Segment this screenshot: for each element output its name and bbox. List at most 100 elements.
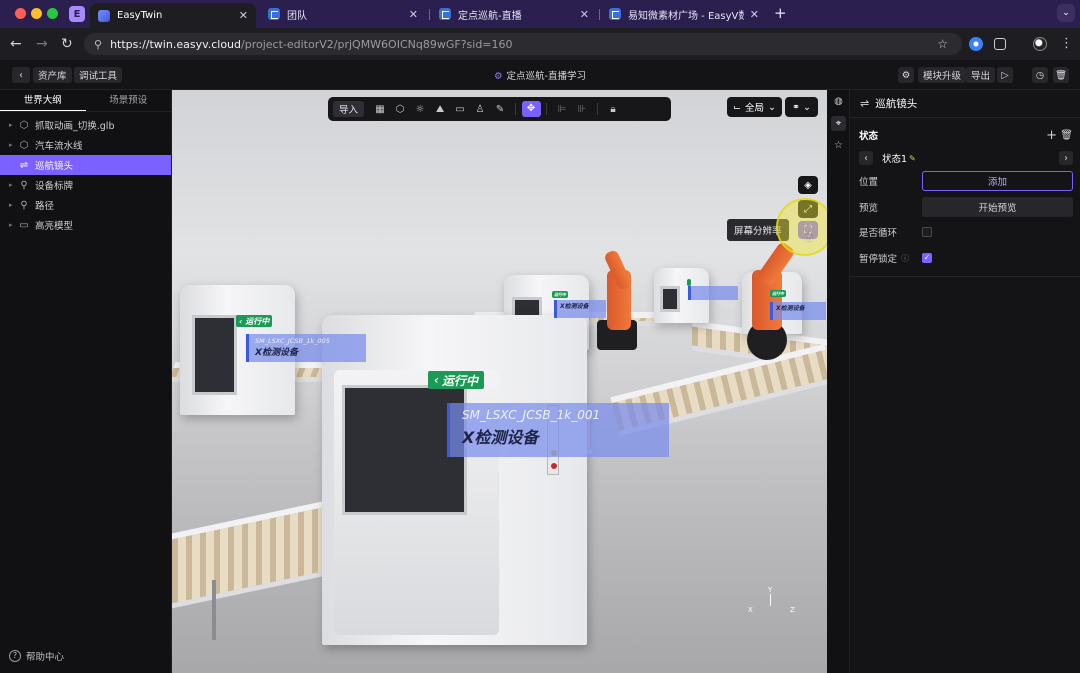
- tab-scene-presets[interactable]: 场景预设: [86, 90, 172, 111]
- device-tag-card-main[interactable]: SM_LSXC_JCSB_1k_001 X检测设备: [447, 403, 669, 457]
- running-status-badge[interactable]: 运行中: [552, 291, 568, 298]
- running-status-badge[interactable]: ‹ 运行中: [428, 371, 484, 389]
- edit-pencil-icon[interactable]: ✎: [909, 154, 916, 163]
- window-minimize-button[interactable]: [31, 8, 42, 19]
- gear-icon: ⚙: [901, 69, 911, 81]
- properties-panel: ⇌ 巡航镜头 状态 + 🗑 ‹ 状态1 ✎ › 位置 添加 预览 开始预览 是否…: [850, 90, 1080, 673]
- panel-title: 巡航镜头: [875, 98, 918, 110]
- tab-close-icon[interactable]: ✕: [750, 8, 759, 21]
- url-input[interactable]: ⚲ https://twin.easyv.cloud/project-edito…: [84, 33, 962, 55]
- running-status-badge[interactable]: ‹ 运行中: [236, 315, 273, 327]
- grid-icon[interactable]: ▦: [371, 104, 390, 115]
- expand-caret-icon[interactable]: ▸: [9, 121, 17, 129]
- forward-icon[interactable]: →: [36, 36, 48, 52]
- robot-arm[interactable]: [587, 240, 647, 350]
- play-button[interactable]: ▷: [997, 67, 1013, 83]
- tree-item-cruise-camera[interactable]: ⇌ 巡航镜头: [0, 155, 171, 175]
- expand-caret-icon[interactable]: ▸: [9, 181, 17, 189]
- browser-profile-button[interactable]: E: [69, 6, 85, 22]
- next-state-button[interactable]: ›: [1059, 151, 1073, 165]
- pause-lock-checkbox[interactable]: ✓: [922, 253, 932, 263]
- device-tag-card[interactable]: [688, 286, 738, 300]
- delete-button[interactable]: 🗑: [1053, 67, 1069, 83]
- light-bulb-icon[interactable]: ☼: [411, 104, 430, 115]
- extension-icon[interactable]: [969, 37, 983, 51]
- tab-close-icon[interactable]: ✕: [580, 8, 589, 21]
- state-item-label[interactable]: 状态1: [882, 151, 907, 165]
- site-info-icon[interactable]: ⚲: [94, 38, 102, 51]
- chevron-down-icon: ⌄: [767, 101, 776, 113]
- tab-world-outline[interactable]: 世界大纲: [0, 90, 86, 111]
- align-center-icon[interactable]: ⊪: [573, 104, 592, 115]
- device-tag-card[interactable]: X检测设备: [554, 300, 606, 318]
- loop-label: 是否循环: [859, 228, 898, 239]
- lock-icon[interactable]: 🔒︎: [604, 104, 623, 115]
- tree-item-device-tags[interactable]: ▸ ⚲ 设备标牌: [0, 175, 171, 195]
- tree-item-path[interactable]: ▸ ⚲ 路径: [0, 195, 171, 215]
- browser-menu-icon[interactable]: ⋮: [1060, 36, 1073, 51]
- expand-caret-icon[interactable]: ▸: [9, 221, 17, 229]
- preview-label: 预览: [859, 203, 879, 214]
- person-icon[interactable]: ♙: [471, 104, 490, 115]
- history-icon: ◷: [1035, 69, 1045, 81]
- import-button[interactable]: 导入: [333, 101, 365, 117]
- tab-search-button[interactable]: ⌄: [1057, 4, 1075, 22]
- browser-tab-cruise-live[interactable]: 定点巡航-直播 ✕: [431, 3, 597, 25]
- camera-icon[interactable]: ▭: [451, 104, 470, 115]
- tree-item-highlight-model[interactable]: ▸ ▭ 高亮模型: [0, 215, 171, 235]
- help-icon[interactable]: ⓘ: [901, 253, 909, 264]
- browser-tab-material-plaza[interactable]: 易知微素材广场 - EasyV数字孪 ✕: [601, 3, 767, 25]
- browser-address-bar: ← → ↻ ⚲ https://twin.easyv.cloud/project…: [0, 28, 1080, 60]
- terrain-icon[interactable]: ⛰: [431, 104, 450, 115]
- camera-route-icon[interactable]: ⌖: [831, 116, 846, 131]
- browser-tab-team[interactable]: 团队 ✕: [260, 3, 426, 25]
- star-icon[interactable]: ☆: [831, 138, 846, 153]
- axis-icon: ⌙: [733, 101, 741, 113]
- help-center-link[interactable]: ? 帮助中心: [9, 649, 64, 663]
- profile-avatar[interactable]: [1033, 37, 1047, 51]
- reload-icon[interactable]: ↻: [61, 36, 73, 52]
- inspection-machine-main[interactable]: [322, 315, 587, 645]
- layers-icon[interactable]: ◈: [798, 176, 818, 194]
- export-button[interactable]: 导出: [966, 67, 996, 83]
- window-maximize-button[interactable]: [47, 8, 58, 19]
- panel-header: ⇌ 巡航镜头: [850, 90, 1080, 118]
- tree-item-grab-animation[interactable]: ▸ ⬡ 抓取动画_切换.glb: [0, 115, 171, 135]
- state-selector: ‹ 状态1 ✎ ›: [859, 148, 1073, 168]
- move-icon[interactable]: ✥: [521, 101, 541, 117]
- cube-icon: ⬡: [19, 139, 29, 151]
- add-position-button[interactable]: 添加: [922, 171, 1073, 191]
- start-preview-button[interactable]: 开始预览: [922, 197, 1073, 217]
- expand-caret-icon[interactable]: ▸: [9, 201, 17, 209]
- trash-icon[interactable]: 🗑: [1060, 130, 1073, 141]
- indicator-light: [551, 463, 557, 469]
- snap-dropdown[interactable]: ⚭ ⌄: [785, 97, 818, 117]
- pen-icon[interactable]: ✎: [491, 104, 510, 115]
- align-left-icon[interactable]: ⊫: [553, 104, 572, 115]
- bookmark-star-icon[interactable]: ☆: [937, 37, 948, 51]
- tab-close-icon[interactable]: ✕: [239, 9, 248, 22]
- back-icon[interactable]: ←: [10, 36, 22, 52]
- tree-item-car-assembly-line[interactable]: ▸ ⬡ 汽车流水线: [0, 135, 171, 155]
- browser-tab-easytwin[interactable]: EasyTwin ✕: [90, 3, 256, 28]
- history-button[interactable]: ◷: [1032, 67, 1048, 83]
- settings-button[interactable]: ⚙: [898, 67, 914, 83]
- module-upgrade-button[interactable]: 模块升级: [918, 67, 967, 83]
- new-tab-button[interactable]: +: [774, 5, 787, 21]
- globe-icon[interactable]: ◍: [831, 94, 846, 109]
- scene-viewport[interactable]: 运行中 X检测设备 运行中 X检测设备 ‹ 运行中 SM_LSXC_JCSB_1k…: [172, 90, 827, 673]
- coordinate-scope-dropdown[interactable]: ⌙ 全局 ⌄: [727, 97, 782, 117]
- prev-state-button[interactable]: ‹: [859, 151, 873, 165]
- expand-caret-icon[interactable]: ▸: [9, 141, 17, 149]
- device-tag-card[interactable]: SM_LSXC_JCSB_1k_005 X检测设备: [246, 334, 366, 362]
- device-tag-card[interactable]: X检测设备: [770, 302, 826, 320]
- add-state-icon[interactable]: +: [1046, 128, 1057, 143]
- window-close-button[interactable]: [15, 8, 26, 19]
- running-status-badge[interactable]: [687, 279, 691, 286]
- extensions-puzzle-icon[interactable]: [994, 38, 1006, 50]
- model-icon[interactable]: ⬡: [391, 104, 410, 115]
- loop-checkbox[interactable]: [922, 227, 932, 237]
- tab-close-icon[interactable]: ✕: [409, 8, 418, 21]
- running-status-badge[interactable]: 运行中: [770, 290, 786, 297]
- chevron-down-icon: ⌄: [803, 101, 811, 113]
